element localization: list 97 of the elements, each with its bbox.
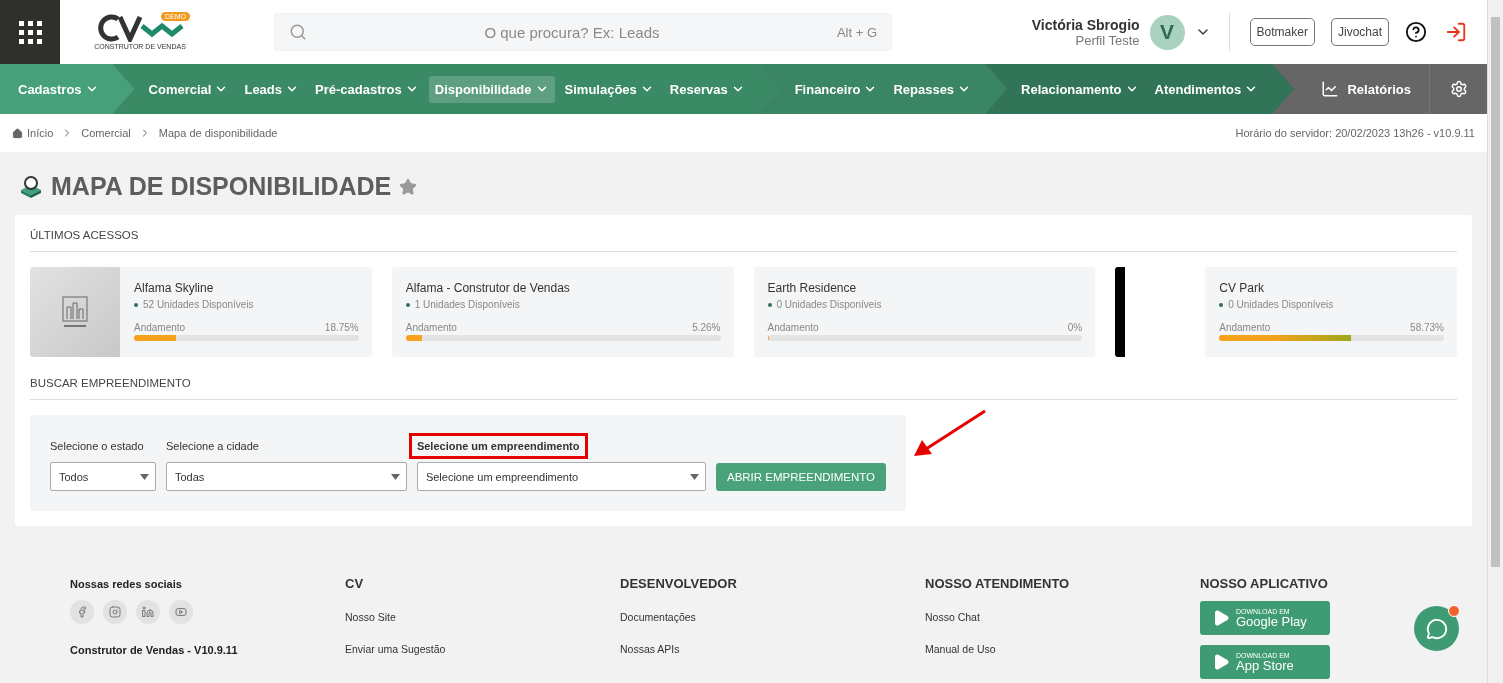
progress-label: Andamento [405,322,457,333]
facebook-icon [76,606,88,618]
reports-menu-item[interactable]: Relatórios [1303,64,1429,114]
caret-icon [689,473,699,480]
menu-item[interactable]: Comercial [142,75,235,103]
page-title: MAPA DE DISPONIBILIDADE [51,172,392,201]
status-dot [767,302,772,307]
scrollbar[interactable] [1487,0,1503,683]
home-icon [12,127,23,139]
project-name: Alfama - Construtor de Vendas [405,281,571,295]
star-icon[interactable] [399,177,418,196]
progress-percent: 58.73% [1410,322,1444,333]
footer-link[interactable]: Nosso Chat [925,611,1200,623]
units-available: 1 Unidades Disponíveis [414,299,520,310]
store-name: Google Play [1236,614,1307,629]
status-dot [134,302,138,307]
caret-icon [140,473,149,480]
menu-item[interactable]: Cadastros [12,75,105,103]
menu-item[interactable]: Repasses [887,75,978,103]
settings-icon [1449,80,1468,98]
chat-bubble-icon [1425,617,1448,640]
field-label: Selecione o estado [50,440,144,452]
progress-percent: 0% [1067,322,1083,333]
project-name: Alfama Skyline [134,281,215,295]
apps-menu-button[interactable] [0,0,60,64]
menu-item[interactable]: Financeiro [788,75,884,103]
social-button[interactable] [136,600,160,624]
user-avatar[interactable]: V [1149,14,1185,50]
progress-percent: 18.75% [324,322,359,333]
search-field[interactable]: O que procura? Ex: Leads Alt + G [274,13,892,51]
breadcrumb-link[interactable]: Início [27,127,54,139]
units-available: 0 Unidades Disponíveis [1228,299,1334,310]
header-button[interactable]: Jivochat [1330,18,1389,46]
project-card[interactable]: Alfama Skyline 52 Unidades Disponíveis Andamento 18.75% [30,267,372,357]
project-name: Earth Residence [767,281,858,295]
footer-heading: NOSSO ATENDIMENTO [925,576,1071,591]
menu-item[interactable]: Atendimentos [1148,75,1265,103]
status-dot [405,302,410,307]
play-icon [1212,609,1230,627]
project-card[interactable]: CV Park 0 Unidades Disponíveis Andamento 58.73% [1115,267,1457,357]
logout-icon[interactable] [1445,21,1467,43]
store-name: App Store [1236,658,1294,673]
select-field[interactable]: Selecione um empreendimento [416,462,706,491]
youtube-icon [175,606,187,618]
select-field[interactable]: Todos [50,462,156,491]
footer-heading: CV [345,576,365,591]
menu-item[interactable]: Disponibilidade [428,75,555,103]
line-chart-icon [1321,80,1340,98]
caret-icon [390,473,400,480]
project-card[interactable]: Earth Residence 0 Unidades Disponíveis Andamento 0% [753,267,1096,357]
units-available: 0 Unidades Disponíveis [776,299,882,310]
footer-link[interactable]: Manual de Uso [925,643,1200,655]
field-label: Selecione a cidade [166,440,259,452]
project-card[interactable]: Alfama - Construtor de Vendas 1 Unidades Disponíveis Andamento 5.26% [391,267,734,357]
menu-item[interactable]: Leads [238,75,306,103]
social-button[interactable] [169,600,193,624]
footer-link[interactable]: Documentações [620,611,925,623]
shortcut-hint: Alt + G [836,24,877,40]
status-dot [1219,302,1224,307]
footer-link[interactable]: Nossas APIs [620,643,925,655]
social-button[interactable] [70,600,94,624]
footer-link[interactable]: Nosso Site [345,611,620,623]
breadcrumb-link[interactable]: Comercial [81,127,131,139]
footer-version: Construtor de Vendas - V10.9.11 [70,644,239,656]
progress-label: Andamento [767,322,819,333]
open-project-button[interactable]: ABRIR EMPREENDIMENTO [715,463,886,491]
units-available: 52 Unidades Disponíveis [143,299,254,310]
section-title: BUSCAR EMPREENDIMENTO [30,377,1457,400]
social-button[interactable] [103,600,127,624]
logo-icon [96,14,184,42]
play-icon [1212,653,1230,671]
linkedin-icon [142,606,154,618]
progress-label: Andamento [1219,322,1271,333]
help-icon[interactable] [1405,21,1427,43]
menu-item[interactable]: Pré-cadastros [309,75,425,103]
progress-label: Andamento [134,322,186,333]
footer-heading: Nossas redes sociais [70,578,183,590]
breadcrumb-link[interactable]: Mapa de disponibilidade [158,127,278,139]
server-time: Horário do servidor: 20/02/2023 13h26 - v10.9.11 [1235,127,1475,139]
select-field[interactable]: Todas [166,462,407,491]
chat-button[interactable] [1414,606,1459,651]
menu-item[interactable]: Reservas [663,75,751,103]
instagram-icon [109,606,121,618]
money-box-icon [19,175,43,198]
project-name: CV Park [1219,281,1265,295]
menu-item[interactable]: Relacionamento [1015,75,1145,103]
section-title: ÚLTIMOS ACESSOS [30,229,1457,252]
user-name: Victória Sbrogio [1031,16,1140,33]
user-profile: Perfil Teste [1075,32,1140,48]
footer-heading: DESENVOLVEDOR [620,576,738,591]
search-icon [289,23,307,41]
menu-item[interactable]: Simulações [558,75,660,103]
footer-link[interactable]: Enviar uma Sugestão [345,643,620,655]
progress-percent: 5.26% [692,322,721,333]
header-button[interactable]: Botmaker [1249,18,1315,46]
footer-heading: NOSSO APLICATIVO [1200,576,1329,591]
field-label: Selecione um empreendimento [408,433,588,459]
